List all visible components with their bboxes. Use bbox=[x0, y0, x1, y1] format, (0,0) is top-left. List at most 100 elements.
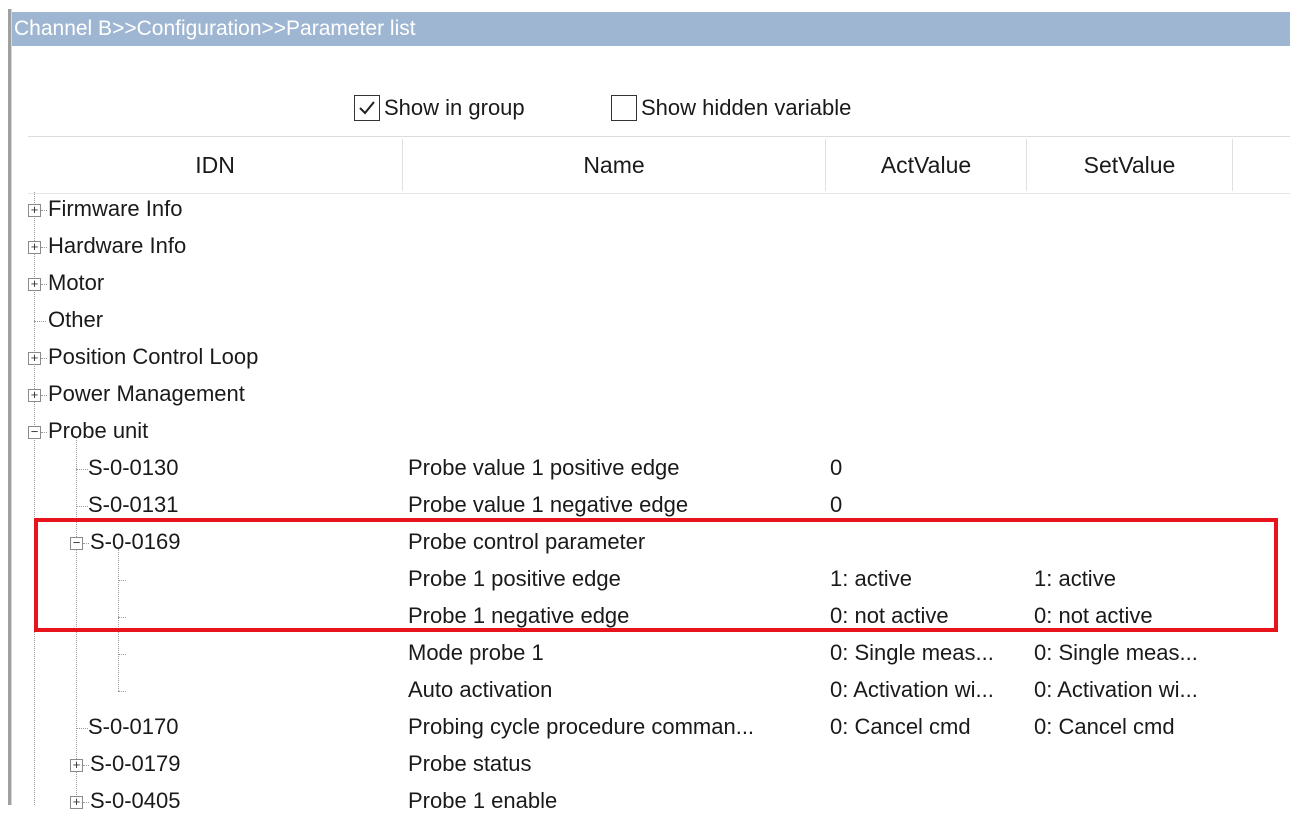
plus-box-icon[interactable]: + bbox=[70, 795, 83, 809]
table-row-s-0-0405[interactable]: + S-0-0405 Probe 1 enable bbox=[28, 784, 1290, 821]
tree-node-probe-unit[interactable]: − Probe unit bbox=[28, 414, 1290, 451]
parameter-tree: + Firmware Info + Hardware Info + Motor … bbox=[28, 192, 1290, 813]
table-row-s-0-0130[interactable]: S-0-0130 Probe value 1 positive edge 0 bbox=[28, 451, 1290, 488]
checkbox-box[interactable] bbox=[611, 95, 637, 121]
row-actvalue: 1: active bbox=[830, 566, 912, 591]
minus-box-icon[interactable]: − bbox=[70, 536, 83, 550]
tree-line bbox=[76, 506, 88, 507]
tree-line bbox=[118, 617, 126, 618]
options-bar: Show in group Show hidden variable bbox=[12, 84, 1290, 130]
row-name: Probe 1 negative edge bbox=[408, 603, 630, 628]
row-setvalue: 0: Activation wi... bbox=[1034, 677, 1198, 702]
setvalue-field[interactable]: 1: active bbox=[1026, 562, 1228, 596]
row-setvalue: 0: Single meas... bbox=[1034, 640, 1198, 665]
plus-box-icon[interactable]: + bbox=[28, 240, 41, 254]
tree-line bbox=[41, 284, 47, 285]
row-name: Mode probe 1 bbox=[408, 640, 544, 665]
plus-box-icon[interactable]: + bbox=[28, 351, 41, 365]
show-hidden-variable-checkbox[interactable]: Show hidden variable bbox=[611, 92, 851, 124]
tree-line bbox=[41, 432, 47, 433]
row-setvalue: 0: Cancel cmd bbox=[1034, 714, 1175, 739]
tree-line bbox=[41, 358, 47, 359]
table-row-probe-1-negative-edge[interactable]: Probe 1 negative edge 0: not active 0: n… bbox=[28, 599, 1290, 636]
tree-node-label: Other bbox=[48, 307, 104, 332]
tree-line bbox=[41, 247, 47, 248]
tree-node-label: Firmware Info bbox=[48, 196, 183, 221]
plus-box-icon[interactable]: + bbox=[70, 758, 83, 772]
tree-line bbox=[118, 691, 126, 692]
tree-node-position-control-loop[interactable]: + Position Control Loop bbox=[28, 340, 1290, 377]
tree-node-power-management[interactable]: + Power Management bbox=[28, 377, 1290, 414]
row-setvalue: 1: active bbox=[1034, 566, 1116, 591]
setvalue-field[interactable]: 0: Cancel cmd bbox=[1026, 710, 1228, 744]
table-header: IDN Name ActValue SetValue bbox=[28, 136, 1290, 194]
column-header-name[interactable]: Name bbox=[403, 137, 825, 193]
table-row-s-0-0169[interactable]: − S-0-0169 Probe control parameter bbox=[28, 525, 1290, 562]
row-name: Probe 1 enable bbox=[408, 788, 558, 813]
tree-line bbox=[118, 580, 126, 581]
tree-node-label: Power Management bbox=[48, 381, 245, 406]
show-in-group-label: Show in group bbox=[384, 95, 525, 120]
top-border bbox=[0, 0, 1290, 9]
tree-node-hardware-info[interactable]: + Hardware Info bbox=[28, 229, 1290, 266]
show-in-group-checkbox[interactable]: Show in group bbox=[354, 92, 525, 124]
table-row-probe-1-positive-edge[interactable]: Probe 1 positive edge 1: active 1: activ… bbox=[28, 562, 1290, 599]
table-row-mode-probe-1[interactable]: Mode probe 1 0: Single meas... 0: Single… bbox=[28, 636, 1290, 673]
table-row-s-0-0179[interactable]: + S-0-0179 Probe status bbox=[28, 747, 1290, 784]
plus-box-icon[interactable]: + bbox=[28, 203, 41, 217]
tree-line bbox=[41, 210, 47, 211]
row-actvalue: 0: Activation wi... bbox=[830, 677, 994, 702]
row-name: Probe value 1 positive edge bbox=[408, 455, 680, 480]
row-name: Probe control parameter bbox=[408, 529, 646, 554]
row-idn: S-0-0131 bbox=[88, 492, 179, 517]
plus-box-icon[interactable]: + bbox=[28, 388, 41, 402]
tree-line bbox=[83, 802, 89, 803]
row-actvalue: 0 bbox=[830, 455, 843, 480]
column-header-actvalue[interactable]: ActValue bbox=[826, 137, 1026, 193]
row-idn: S-0-0130 bbox=[88, 455, 179, 480]
row-setvalue: 0: not active bbox=[1034, 603, 1153, 628]
setvalue-field[interactable]: 0: not active bbox=[1026, 599, 1228, 633]
checkmark-icon bbox=[359, 101, 375, 115]
row-idn: S-0-0405 bbox=[90, 788, 181, 813]
tree-line bbox=[118, 654, 126, 655]
column-header-setvalue[interactable]: SetValue bbox=[1027, 137, 1232, 193]
breadcrumb: Channel B>>Configuration>>Parameter list bbox=[14, 17, 416, 40]
tree-node-firmware-info[interactable]: + Firmware Info bbox=[28, 192, 1290, 229]
table-row-s-0-0170[interactable]: S-0-0170 Probing cycle procedure comman.… bbox=[28, 710, 1290, 747]
tree-node-motor[interactable]: + Motor bbox=[28, 266, 1290, 303]
breadcrumb-titlebar: Channel B>>Configuration>>Parameter list bbox=[12, 12, 1290, 46]
tree-line bbox=[34, 321, 46, 322]
setvalue-field[interactable]: 0: Activation wi... bbox=[1026, 673, 1228, 707]
checkbox-box[interactable] bbox=[354, 95, 380, 121]
tree-node-label: Hardware Info bbox=[48, 233, 187, 258]
row-actvalue: 0: not active bbox=[830, 603, 949, 628]
row-name: Probing cycle procedure comman... bbox=[408, 714, 755, 739]
row-name: Probe status bbox=[408, 751, 532, 776]
tree-node-label: Position Control Loop bbox=[48, 344, 259, 369]
table-row-auto-activation[interactable]: Auto activation 0: Activation wi... 0: A… bbox=[28, 673, 1290, 710]
row-actvalue: 0 bbox=[830, 492, 843, 517]
minus-box-icon[interactable]: − bbox=[28, 425, 41, 439]
tree-node-other[interactable]: Other bbox=[28, 303, 1290, 340]
tree-node-label: Motor bbox=[48, 270, 105, 295]
row-idn: S-0-0179 bbox=[90, 751, 181, 776]
row-idn: S-0-0170 bbox=[88, 714, 179, 739]
tree-line bbox=[83, 765, 89, 766]
column-divider[interactable] bbox=[1232, 139, 1233, 191]
row-name: Probe 1 positive edge bbox=[408, 566, 621, 591]
row-name: Probe value 1 negative edge bbox=[408, 492, 689, 517]
tree-line bbox=[83, 543, 89, 544]
row-name: Auto activation bbox=[408, 677, 553, 702]
tree-node-label: Probe unit bbox=[48, 418, 149, 443]
row-idn: S-0-0169 bbox=[90, 529, 181, 554]
column-header-idn[interactable]: IDN bbox=[28, 137, 402, 193]
tree-line bbox=[41, 395, 47, 396]
setvalue-field[interactable]: 0: Single meas... bbox=[1026, 636, 1228, 670]
show-hidden-variable-label: Show hidden variable bbox=[641, 95, 852, 120]
tree-line bbox=[76, 469, 88, 470]
row-actvalue: 0: Cancel cmd bbox=[830, 714, 971, 739]
plus-box-icon[interactable]: + bbox=[28, 277, 41, 291]
table-row-s-0-0131[interactable]: S-0-0131 Probe value 1 negative edge 0 bbox=[28, 488, 1290, 525]
tree-line bbox=[76, 728, 88, 729]
